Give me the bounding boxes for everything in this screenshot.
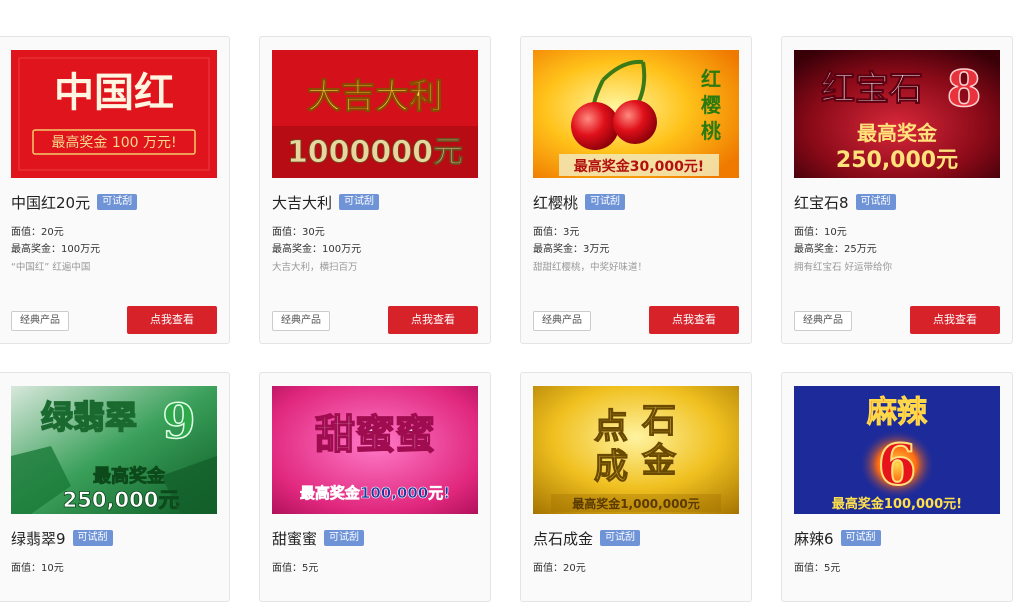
- face-value: 面值：3元: [533, 227, 580, 238]
- face-value: 面值：10元: [11, 563, 64, 574]
- max-prize: 最高奖金：100万元: [11, 244, 101, 255]
- art-title: 绿翡翠: [41, 398, 137, 436]
- product-grid: 中国红 最高奖金 100 万元! 中国红20元 可试刮 面值：20元 最高奖金：…: [0, 0, 1024, 602]
- ticket-art-dajidali: 大吉大利 1000000元: [272, 50, 478, 178]
- trial-badge: 可试刮: [324, 530, 365, 546]
- product-card: 绿翡翠 9 最高奖金 250,000元 绿翡翠9 可试刮 面值：10元: [0, 372, 230, 602]
- art-number: 9: [162, 394, 195, 450]
- art-prize: 1000000元: [287, 135, 463, 170]
- product-card: 大吉大利 1000000元 大吉大利 可试刮 面值：30元 最高奖金：100万元…: [259, 36, 491, 344]
- ticket-art-dianshichengjin: 点 石 成 金 最高奖金1,000,000元: [533, 386, 739, 514]
- max-prize: 最高奖金：3万元: [533, 244, 610, 255]
- view-button[interactable]: 点我查看: [388, 306, 478, 334]
- art-title-char: 点: [594, 407, 628, 447]
- product-card: 中国红 最高奖金 100 万元! 中国红20元 可试刮 面值：20元 最高奖金：…: [0, 36, 230, 344]
- ticket-art-mala: 麻辣 6 最高奖金100,000元!: [794, 386, 1000, 514]
- art-title-char: 石: [641, 401, 676, 441]
- view-button[interactable]: 点我查看: [649, 306, 739, 334]
- product-card: 点 石 成 金 最高奖金1,000,000元 点石成金 可试刮 面值：20元: [520, 372, 752, 602]
- view-button[interactable]: 点我查看: [910, 306, 1000, 334]
- art-prize-label: 最高奖金: [857, 121, 938, 145]
- product-image[interactable]: 红宝石 8 最高奖金 250,000元: [794, 50, 1000, 178]
- art-prize-label: 最高奖金: [93, 465, 166, 487]
- classic-product-tag: 经典产品: [11, 311, 69, 331]
- title-row: 点石成金 可试刮: [533, 526, 641, 550]
- trial-badge: 可试刮: [97, 194, 138, 210]
- art-prize: 最高奖金30,000元!: [574, 158, 704, 175]
- title-row: 大吉大利 可试刮: [272, 190, 380, 214]
- product-title[interactable]: 红宝石8: [794, 192, 849, 213]
- trial-badge: 可试刮: [840, 530, 881, 546]
- art-title: 中国红: [54, 69, 174, 116]
- art-title: 甜蜜蜜: [315, 412, 435, 458]
- ticket-art-lvfeicui: 绿翡翠 9 最高奖金 250,000元: [11, 386, 217, 514]
- art-prize: 最高奖金100,000元!: [300, 484, 450, 502]
- title-row: 绿翡翠9 可试刮: [11, 526, 113, 550]
- ticket-art-hongbaoshi: 红宝石 8 最高奖金 250,000元: [794, 50, 1000, 178]
- title-row: 红宝石8 可试刮: [794, 190, 896, 214]
- product-image[interactable]: 绿翡翠 9 最高奖金 250,000元: [11, 386, 217, 514]
- art-number: 8: [947, 59, 982, 118]
- product-card: 甜蜜蜜 最高奖金100,000元! 甜蜜蜜 可试刮 面值：5元: [259, 372, 491, 602]
- art-title: 大吉大利: [307, 77, 443, 117]
- product-image[interactable]: 点 石 成 金 最高奖金1,000,000元: [533, 386, 739, 514]
- face-value: 面值：5元: [272, 563, 319, 574]
- face-value: 面值：20元: [11, 227, 64, 238]
- title-row: 中国红20元 可试刮: [11, 190, 138, 214]
- product-image[interactable]: 麻辣 6 最高奖金100,000元!: [794, 386, 1000, 514]
- product-description: 拥有红宝石 好运带给你: [794, 262, 893, 273]
- product-title[interactable]: 中国红20元: [11, 192, 90, 213]
- art-prize: 最高奖金 100 万元!: [51, 134, 176, 151]
- product-card: 红 樱 桃 最高奖金30,000元! 红樱桃 可试刮 面值：3元 最高奖金：3万…: [520, 36, 752, 344]
- trial-badge: 可试刮: [600, 530, 641, 546]
- classic-product-tag: 经典产品: [272, 311, 330, 331]
- art-title-char: 成: [594, 447, 628, 487]
- trial-badge: 可试刮: [855, 194, 896, 210]
- trial-badge: 可试刮: [585, 194, 626, 210]
- classic-product-tag: 经典产品: [533, 311, 591, 331]
- art-title: 红宝石: [821, 69, 923, 109]
- ticket-art-zhongguohong: 中国红 最高奖金 100 万元!: [11, 50, 217, 178]
- ticket-art-tianmimi: 甜蜜蜜 最高奖金100,000元!: [272, 386, 478, 514]
- product-title[interactable]: 大吉大利: [272, 192, 332, 213]
- product-title[interactable]: 点石成金: [533, 528, 593, 549]
- product-title[interactable]: 甜蜜蜜: [272, 528, 317, 549]
- ticket-art-hongyingtao: 红 樱 桃 最高奖金30,000元!: [533, 50, 739, 178]
- product-title[interactable]: 绿翡翠9: [11, 528, 66, 549]
- art-title-char: 桃: [701, 119, 721, 143]
- art-title-char: 红: [701, 67, 721, 91]
- art-prize: 250,000元: [63, 488, 180, 512]
- product-card: 麻辣 6 最高奖金100,000元! 麻辣6 可试刮 面值：5元: [781, 372, 1013, 602]
- face-value: 面值：20元: [533, 563, 586, 574]
- product-description: 甜甜红樱桃，中奖好味道！: [533, 262, 648, 273]
- classic-product-tag: 经典产品: [794, 311, 852, 331]
- product-description: 大吉大利，横扫百万: [272, 262, 358, 273]
- art-prize: 250,000元: [836, 148, 958, 173]
- title-row: 甜蜜蜜 可试刮: [272, 526, 365, 550]
- face-value: 面值：30元: [272, 227, 325, 238]
- trial-badge: 可试刮: [72, 530, 113, 546]
- trial-badge: 可试刮: [339, 194, 380, 210]
- art-title-char: 樱: [701, 93, 721, 117]
- title-row: 红樱桃 可试刮: [533, 190, 626, 214]
- art-title: 麻辣: [867, 395, 928, 430]
- face-value: 面值：5元: [794, 563, 841, 574]
- product-card: 红宝石 8 最高奖金 250,000元 红宝石8 可试刮 面值：10元 最高奖金…: [781, 36, 1013, 344]
- art-number: 6: [878, 432, 917, 498]
- view-button[interactable]: 点我查看: [127, 306, 217, 334]
- art-prize: 最高奖金1,000,000元: [572, 496, 700, 511]
- title-row: 麻辣6 可试刮: [794, 526, 881, 550]
- product-description: “中国红” 红遍中国: [11, 262, 91, 273]
- product-image[interactable]: 大吉大利 1000000元: [272, 50, 478, 178]
- product-image[interactable]: 中国红 最高奖金 100 万元!: [11, 50, 217, 178]
- face-value: 面值：10元: [794, 227, 847, 238]
- product-image[interactable]: 红 樱 桃 最高奖金30,000元!: [533, 50, 739, 178]
- art-title-char: 金: [641, 441, 677, 481]
- product-title[interactable]: 麻辣6: [794, 528, 834, 549]
- max-prize: 最高奖金：25万元: [794, 244, 877, 255]
- max-prize: 最高奖金：100万元: [272, 244, 362, 255]
- product-image[interactable]: 甜蜜蜜 最高奖金100,000元!: [272, 386, 478, 514]
- art-prize: 最高奖金100,000元!: [832, 496, 962, 512]
- product-title[interactable]: 红樱桃: [533, 192, 578, 213]
